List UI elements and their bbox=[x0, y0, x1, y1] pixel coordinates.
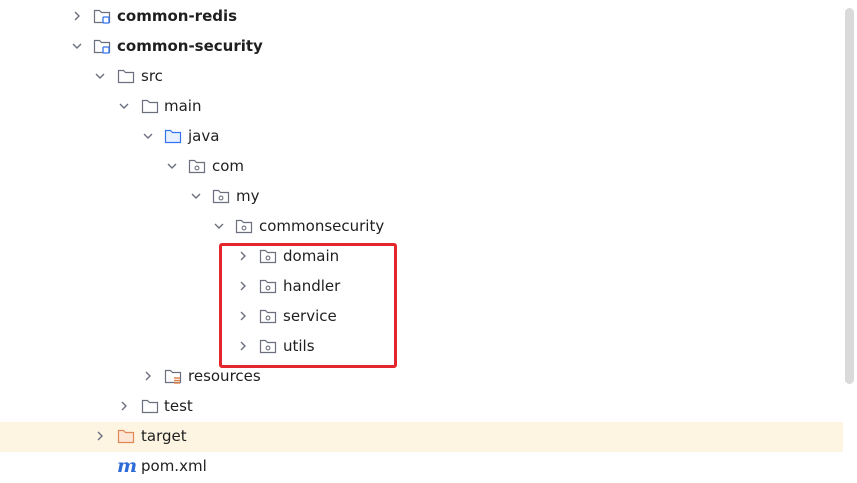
folder-icon bbox=[141, 399, 159, 414]
tree-row-domain[interactable]: domain bbox=[0, 242, 843, 272]
tree-row-main[interactable]: main bbox=[0, 92, 843, 122]
tree-row-label: java bbox=[188, 127, 220, 145]
tree-row-java[interactable]: java bbox=[0, 122, 843, 152]
tree-row-service[interactable]: service bbox=[0, 302, 843, 332]
tree-row-common-redis[interactable]: common-redis bbox=[0, 2, 843, 32]
chevron-down-icon[interactable] bbox=[94, 70, 106, 82]
tree-row-label: src bbox=[141, 67, 163, 85]
tree-row-label: commonsecurity bbox=[259, 217, 385, 235]
source-root-folder-icon bbox=[164, 129, 182, 144]
chevron-down-icon[interactable] bbox=[71, 40, 83, 52]
tree-row-common-security[interactable]: common-security bbox=[0, 32, 843, 62]
scrollbar-thumb[interactable] bbox=[845, 8, 854, 384]
tree-row-label: my bbox=[236, 187, 260, 205]
tree-row-test[interactable]: test bbox=[0, 392, 843, 422]
module-folder-icon bbox=[93, 39, 111, 54]
tree-row-handler[interactable]: handler bbox=[0, 272, 843, 302]
package-icon bbox=[212, 189, 230, 204]
chevron-right-icon[interactable] bbox=[71, 10, 83, 22]
chevron-down-icon[interactable] bbox=[118, 100, 130, 112]
tree-row-label: com bbox=[212, 157, 245, 175]
chevron-right-icon[interactable] bbox=[237, 340, 249, 352]
chevron-down-icon[interactable] bbox=[213, 220, 225, 232]
tree-row-label: target bbox=[141, 427, 187, 445]
module-folder-icon bbox=[93, 9, 111, 24]
chevron-right-icon[interactable] bbox=[237, 310, 249, 322]
excluded-folder-icon bbox=[117, 429, 135, 444]
chevron-right-icon[interactable] bbox=[142, 370, 154, 382]
tree-row-resources[interactable]: resources bbox=[0, 362, 843, 392]
tree-row-commonsecurity[interactable]: commonsecurity bbox=[0, 212, 843, 242]
chevron-right-icon[interactable] bbox=[118, 400, 130, 412]
maven-pom-icon: m bbox=[117, 455, 138, 477]
tree-row-target[interactable]: target bbox=[0, 422, 843, 452]
tree-row-label: main bbox=[164, 97, 202, 115]
tree-row-com[interactable]: com bbox=[0, 152, 843, 182]
tree-row-utils[interactable]: utils bbox=[0, 332, 843, 362]
package-icon bbox=[259, 339, 277, 354]
package-icon bbox=[259, 249, 277, 264]
chevron-right-icon[interactable] bbox=[94, 430, 106, 442]
folder-icon bbox=[141, 99, 159, 114]
tree-row-label: common-redis bbox=[117, 7, 238, 25]
package-icon bbox=[188, 159, 206, 174]
chevron-down-icon[interactable] bbox=[142, 130, 154, 142]
tree-row-pom-xml[interactable]: m pom.xml bbox=[0, 452, 843, 482]
folder-icon bbox=[117, 69, 135, 84]
tree-row-label: resources bbox=[188, 367, 261, 385]
tree-row-label: service bbox=[283, 307, 337, 325]
chevron-down-icon[interactable] bbox=[190, 190, 202, 202]
package-icon bbox=[259, 309, 277, 324]
chevron-right-icon[interactable] bbox=[237, 250, 249, 262]
tree-row-label: pom.xml bbox=[141, 457, 207, 475]
tree-row-label: common-security bbox=[117, 37, 263, 55]
tree-row-label: test bbox=[164, 397, 193, 415]
tree-row-label: utils bbox=[283, 337, 315, 355]
resources-folder-icon bbox=[164, 369, 182, 384]
tree-row-src[interactable]: src bbox=[0, 62, 843, 92]
project-tree: common-redis common-security src main ja… bbox=[0, 0, 843, 483]
package-icon bbox=[235, 219, 253, 234]
tree-row-label: handler bbox=[283, 277, 341, 295]
package-icon bbox=[259, 279, 277, 294]
chevron-down-icon[interactable] bbox=[166, 160, 178, 172]
tree-row-my[interactable]: my bbox=[0, 182, 843, 212]
tree-row-label: domain bbox=[283, 247, 340, 265]
chevron-right-icon[interactable] bbox=[237, 280, 249, 292]
